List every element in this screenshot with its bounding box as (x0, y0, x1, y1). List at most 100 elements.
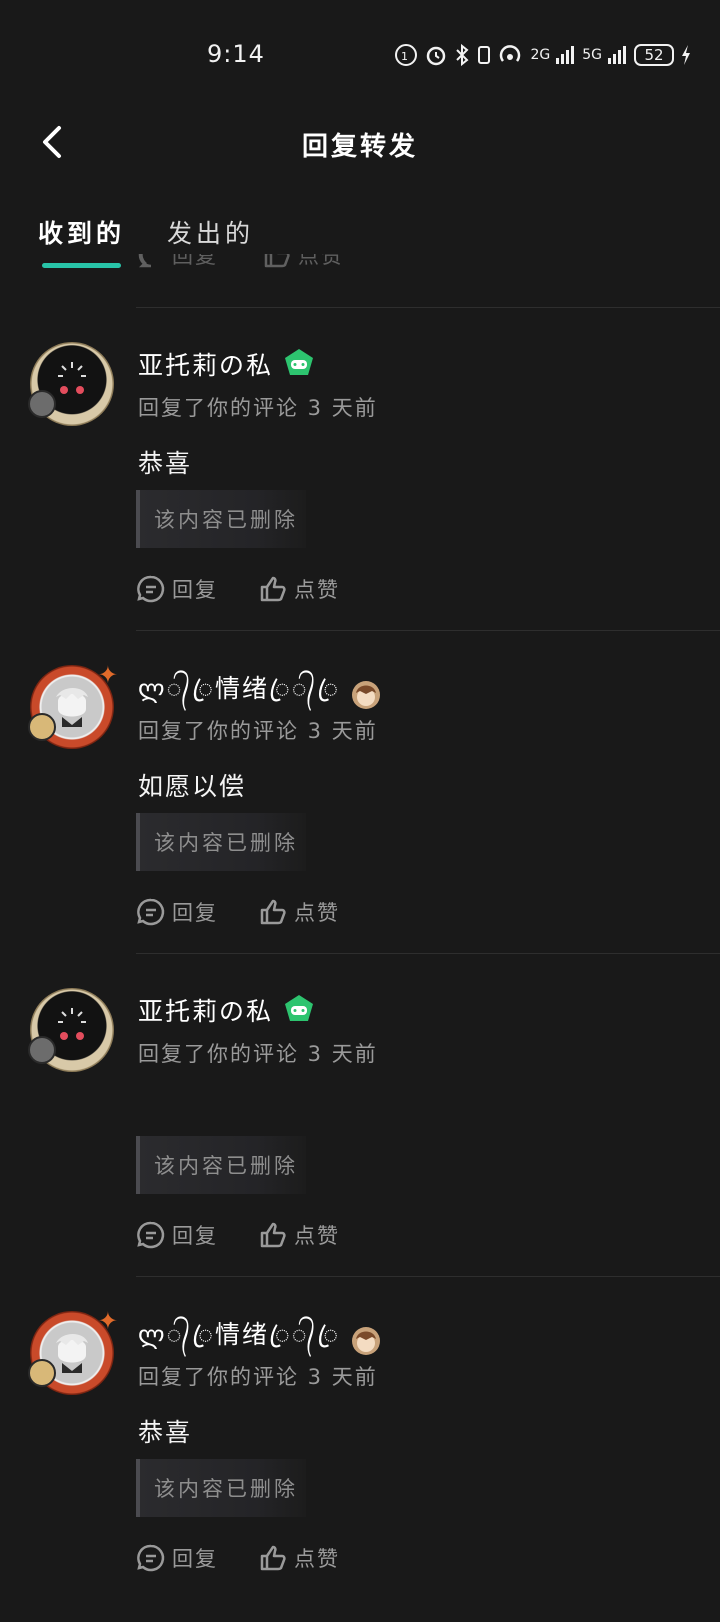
partial-like-button[interactable]: 点赞 (262, 254, 344, 270)
avatar[interactable] (28, 988, 114, 1072)
hd-icon: 1 (395, 44, 418, 66)
quoted-comment[interactable]: 该内容已删除 (136, 813, 306, 871)
alarm-icon (427, 46, 446, 66)
avatar-badge (28, 713, 56, 741)
avatar-badge (28, 390, 56, 418)
top-bar: 回复转发 (0, 100, 720, 186)
partial-like-label: 点赞 (298, 254, 344, 268)
reply-button[interactable]: 回复 (136, 897, 218, 927)
network-2g-label: 2G (530, 47, 551, 63)
avatar-badge (28, 1036, 56, 1064)
avatar[interactable]: ✦ (28, 1307, 118, 1395)
reply-label: 回复 (172, 901, 218, 925)
user-name[interactable]: ლ᭄ꦿ情绪ꦿ᭄ꦿ (138, 1315, 340, 1366)
battery-level: 52 (644, 46, 664, 64)
reply-meta: 回复了你的评论 3 天前 (138, 719, 378, 743)
thumbs-up-icon (260, 576, 286, 602)
tab-received[interactable]: 收到的 (38, 214, 125, 268)
divider (136, 307, 720, 308)
bluetooth-icon (456, 43, 469, 67)
status-time: 9:14 (207, 40, 265, 68)
item-actions: 回复 点赞 (136, 1220, 340, 1250)
status-bar: 9:14 1 2G 5G 52 (0, 0, 720, 100)
comment-icon (137, 898, 165, 926)
vibrate-icon (478, 46, 491, 64)
item-actions: 回复 点赞 (136, 897, 340, 927)
avatar-face (58, 1008, 86, 1040)
comment-icon (137, 1221, 165, 1249)
battery-indicator: 52 (634, 44, 674, 66)
reply-button[interactable]: 回复 (136, 1220, 218, 1250)
reply-content: 恭喜 (138, 449, 193, 478)
reply-meta: 回复了你的评论 3 天前 (138, 396, 378, 420)
like-label: 点赞 (294, 1547, 340, 1571)
reply-content: 如愿以偿 (138, 772, 247, 801)
user-name-row: 亚托莉の私 (138, 992, 315, 1028)
reply-button[interactable]: 回复 (136, 1543, 218, 1573)
list-item[interactable]: ✦ ლ᭄ꦿ情绪ꦿ᭄ꦿ 回复了你的评论 3 天前 恭喜 该内容已删除 回复 点赞 (0, 1299, 720, 1622)
avatar-badge (28, 1359, 56, 1387)
tab-active-indicator (42, 263, 122, 268)
avatar[interactable] (28, 342, 114, 426)
page-title: 回复转发 (301, 132, 418, 162)
item-actions: 回复 点赞 (136, 574, 340, 604)
signal-icon (556, 46, 575, 64)
signal-icon-2 (608, 46, 626, 64)
avatar-face (56, 1334, 88, 1373)
list-item[interactable]: 亚托莉の私 回复了你的评论 3 天前 恭喜 该内容已删除 回复 点赞 (0, 330, 720, 653)
game-controller-badge-icon (285, 995, 314, 1021)
avatar-face (56, 688, 88, 727)
flame-badge-icon: ✦ (97, 661, 118, 689)
like-button[interactable]: 点赞 (258, 897, 340, 927)
quoted-comment[interactable]: 该内容已删除 (136, 1136, 306, 1194)
game-controller-badge-icon (285, 349, 314, 375)
hotspot-icon (500, 45, 521, 62)
user-name-row: 亚托莉の私 (138, 346, 315, 382)
like-button[interactable]: 点赞 (258, 1220, 340, 1250)
tab-bar: 收到的 发出的 (38, 214, 254, 268)
like-button[interactable]: 点赞 (258, 574, 340, 604)
user-name[interactable]: 亚托莉の私 (138, 992, 273, 1028)
reply-meta: 回复了你的评论 3 天前 (138, 1365, 378, 1389)
tab-sent[interactable]: 发出的 (167, 214, 254, 258)
divider (136, 1276, 720, 1277)
like-label: 点赞 (294, 901, 340, 925)
like-button[interactable]: 点赞 (258, 1543, 340, 1573)
quoted-text: 该内容已删除 (154, 508, 298, 532)
user-name-row: ლ᭄ꦿ情绪ꦿ᭄ꦿ (138, 669, 382, 720)
comment-icon (137, 575, 165, 603)
thumbs-up-icon (264, 254, 290, 268)
partial-reply-label: 回复 (172, 254, 218, 268)
quoted-text: 该内容已删除 (154, 831, 298, 855)
tab-sent-label: 发出的 (167, 219, 255, 248)
flame-badge-icon: ✦ (97, 1307, 118, 1335)
character-avatar-badge (352, 680, 381, 709)
system-icons: 1 2G 5G 52 (394, 38, 692, 72)
user-name-row: ლ᭄ꦿ情绪ꦿ᭄ꦿ (138, 1315, 382, 1366)
reply-meta: 回复了你的评论 3 天前 (138, 1042, 378, 1066)
quoted-comment[interactable]: 该内容已删除 (136, 490, 306, 548)
like-label: 点赞 (294, 1224, 340, 1248)
item-actions: 回复 点赞 (136, 1543, 340, 1573)
reply-label: 回复 (172, 1547, 218, 1571)
like-label: 点赞 (294, 578, 340, 602)
reply-button[interactable]: 回复 (136, 574, 218, 604)
thumbs-up-icon (260, 899, 286, 925)
thumbs-up-icon (260, 1222, 286, 1248)
charging-icon (682, 45, 690, 65)
reply-label: 回复 (172, 1224, 218, 1248)
user-name[interactable]: ლ᭄ꦿ情绪ꦿ᭄ꦿ (138, 669, 340, 720)
divider (136, 953, 720, 954)
quoted-comment[interactable]: 该内容已删除 (136, 1459, 306, 1517)
thumbs-up-icon (260, 1545, 286, 1571)
quoted-text: 该内容已删除 (154, 1154, 298, 1178)
comment-icon (137, 1544, 165, 1572)
network-5g-label: 5G (582, 47, 602, 63)
character-avatar-badge (352, 1326, 381, 1355)
list-item[interactable]: 亚托莉の私 回复了你的评论 3 天前 该内容已删除 回复 点赞 (0, 976, 720, 1299)
list-item[interactable]: ✦ ლ᭄ꦿ情绪ꦿ᭄ꦿ 回复了你的评论 3 天前 如愿以偿 该内容已删除 回复 点… (0, 653, 720, 976)
reply-content: 恭喜 (138, 1418, 193, 1447)
user-name[interactable]: 亚托莉の私 (138, 346, 273, 382)
partial-reply-button[interactable]: 回复 (136, 254, 218, 270)
avatar[interactable]: ✦ (28, 661, 118, 749)
